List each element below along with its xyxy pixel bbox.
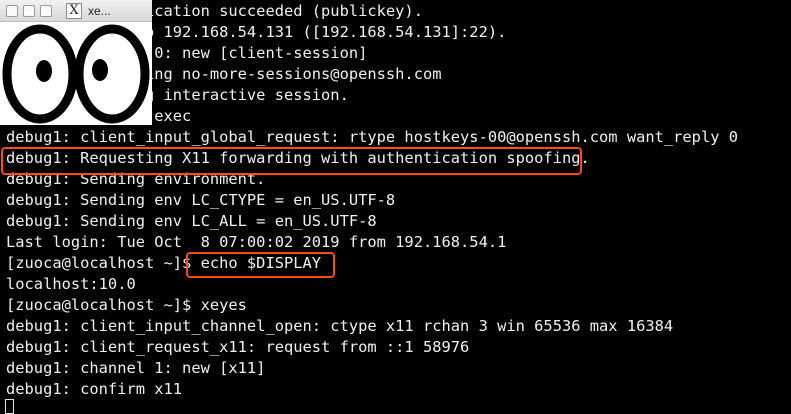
terminal-line: debug1: client_input_global_request: rty… <box>6 128 739 146</box>
terminal-line: debug1: client_request_x11: request from… <box>6 338 470 356</box>
terminal-line: debug1: Sending env LC_CTYPE = en_US.UTF… <box>6 191 396 209</box>
terminal-line: debug1: confirm x11 <box>6 380 183 398</box>
right-pupil <box>92 59 108 81</box>
xeyes-eyes <box>2 24 150 124</box>
terminal-line: localhost:10.0 <box>6 275 136 293</box>
terminal-line: debug1: Sending env LC_ALL = en_US.UTF-8 <box>6 212 377 230</box>
terminal-line: debug1: channel 1: new [x11] <box>6 359 266 377</box>
x11-forwarding-highlight <box>1 147 582 175</box>
minimize-button[interactable] <box>23 5 35 17</box>
terminal-line: debug1: client_input_channel_open: ctype… <box>6 317 674 335</box>
xeyes-window[interactable]: X xe... <box>0 0 152 125</box>
echo-display-highlight <box>186 252 335 278</box>
left-eye <box>2 24 78 124</box>
maximize-button[interactable] <box>40 5 52 17</box>
x11-app-icon: X <box>66 3 82 19</box>
xeyes-titlebar[interactable]: X xe... <box>0 0 152 22</box>
terminal-cursor <box>5 399 14 414</box>
terminal-line: Last login: Tue Oct 8 07:00:02 2019 from… <box>6 233 507 251</box>
right-eye <box>74 24 150 124</box>
close-button[interactable] <box>6 5 18 17</box>
xeyes-window-title: xe... <box>88 4 111 18</box>
terminal-prompt-line: [zuoca@localhost ~]$ xeyes <box>6 296 247 314</box>
left-pupil <box>36 60 52 82</box>
